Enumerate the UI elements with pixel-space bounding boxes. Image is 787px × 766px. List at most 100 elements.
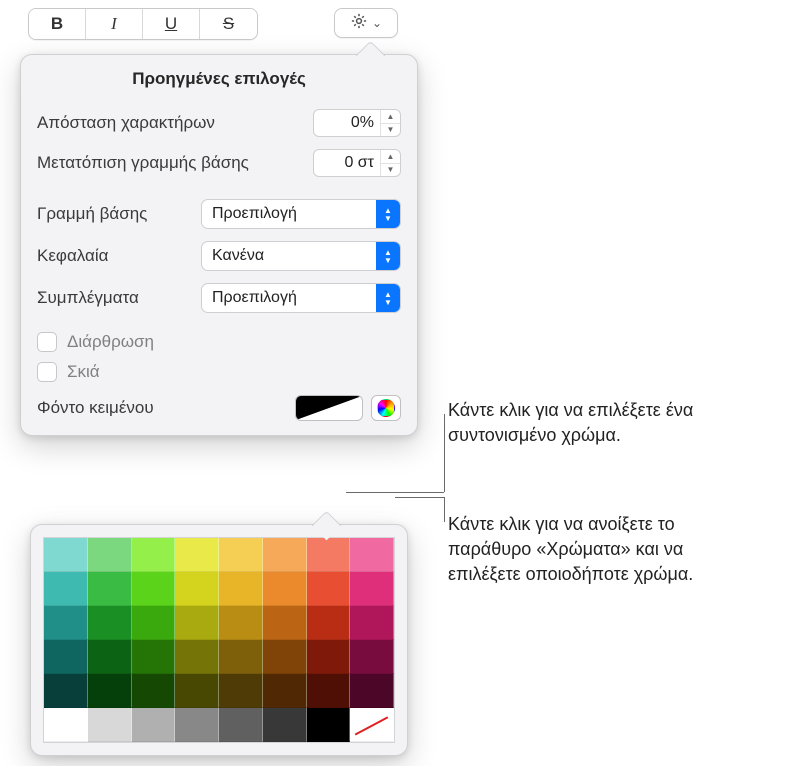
- shadow-checkbox[interactable]: [37, 362, 57, 382]
- color-swatch[interactable]: [350, 572, 394, 606]
- text-style-segment: B I U S: [28, 8, 258, 40]
- baseline-shift-value: 0 στ: [314, 154, 380, 172]
- color-swatch[interactable]: [263, 640, 307, 674]
- color-swatch[interactable]: [350, 538, 394, 572]
- char-spacing-value: 0%: [314, 114, 380, 132]
- color-swatch[interactable]: [44, 606, 88, 640]
- color-swatch[interactable]: [132, 708, 176, 742]
- char-spacing-row: Απόσταση χαρακτήρων 0% ▲ ▼: [21, 103, 417, 143]
- color-swatch[interactable]: [88, 640, 132, 674]
- color-swatch[interactable]: [263, 674, 307, 708]
- dropdown-arrows-icon: ▲▼: [376, 284, 400, 312]
- articulation-checkbox-row: Διάρθρωση: [21, 327, 417, 357]
- baseline-row: Γραμμή βάσης Προεπιλογή ▲▼: [21, 193, 417, 235]
- format-toolbar: B I U S ⌄: [28, 8, 398, 40]
- color-swatch[interactable]: [307, 572, 351, 606]
- color-swatch[interactable]: [132, 674, 176, 708]
- color-swatch[interactable]: [219, 674, 263, 708]
- color-swatch[interactable]: [132, 538, 176, 572]
- stepper-down-icon[interactable]: ▼: [381, 124, 400, 137]
- color-swatch[interactable]: [44, 538, 88, 572]
- callout-leader: [444, 414, 445, 492]
- color-swatch[interactable]: [175, 606, 219, 640]
- baseline-value: Προεπιλογή: [202, 205, 376, 223]
- ligatures-dropdown[interactable]: Προεπιλογή ▲▼: [201, 283, 401, 313]
- advanced-options-panel: Προηγμένες επιλογές Απόσταση χαρακτήρων …: [20, 54, 418, 436]
- baseline-dropdown[interactable]: Προεπιλογή ▲▼: [201, 199, 401, 229]
- color-picker-button[interactable]: [371, 395, 401, 421]
- color-swatch[interactable]: [307, 708, 351, 742]
- caps-dropdown[interactable]: Κανένα ▲▼: [201, 241, 401, 271]
- ligatures-row: Συμπλέγματα Προεπιλογή ▲▼: [21, 277, 417, 319]
- color-swatch[interactable]: [263, 538, 307, 572]
- swatch-grid: [43, 537, 395, 743]
- shadow-checkbox-row: Σκιά: [21, 357, 417, 387]
- color-swatch[interactable]: [88, 606, 132, 640]
- color-swatch[interactable]: [175, 572, 219, 606]
- color-swatch[interactable]: [307, 538, 351, 572]
- color-swatch[interactable]: [219, 538, 263, 572]
- color-swatch[interactable]: [88, 708, 132, 742]
- color-swatch[interactable]: [219, 708, 263, 742]
- shadow-label: Σκιά: [67, 362, 100, 382]
- articulation-checkbox[interactable]: [37, 332, 57, 352]
- color-swatch[interactable]: [263, 572, 307, 606]
- color-swatch[interactable]: [44, 572, 88, 606]
- dropdown-arrows-icon: ▲▼: [376, 200, 400, 228]
- color-wheel-icon: [377, 399, 395, 417]
- color-swatch[interactable]: [307, 606, 351, 640]
- color-swatch[interactable]: [88, 674, 132, 708]
- text-background-row: Φόντο κειμένου: [21, 387, 417, 435]
- color-swatches-popover: [30, 524, 408, 756]
- baseline-shift-label: Μετατόπιση γραμμής βάσης: [37, 153, 313, 173]
- callout-coordinated-color: Κάντε κλικ για να επιλέξετε ένα συντονισ…: [448, 398, 758, 448]
- color-swatch[interactable]: [175, 538, 219, 572]
- stepper-up-icon[interactable]: ▲: [381, 110, 400, 124]
- italic-button[interactable]: I: [86, 9, 143, 39]
- baseline-shift-field[interactable]: 0 στ ▲ ▼: [313, 149, 401, 177]
- char-spacing-label: Απόσταση χαρακτήρων: [37, 113, 313, 133]
- color-swatch[interactable]: [132, 606, 176, 640]
- callout-leader: [444, 497, 445, 522]
- callout-leader: [346, 492, 444, 493]
- gear-icon: [350, 12, 368, 35]
- strikethrough-button[interactable]: S: [200, 9, 257, 39]
- char-spacing-field[interactable]: 0% ▲ ▼: [313, 109, 401, 137]
- underline-button[interactable]: U: [143, 9, 200, 39]
- panel-title: Προηγμένες επιλογές: [21, 69, 417, 89]
- color-swatch[interactable]: [88, 572, 132, 606]
- color-swatch[interactable]: [44, 708, 88, 742]
- color-swatch[interactable]: [132, 572, 176, 606]
- color-swatch[interactable]: [175, 708, 219, 742]
- dropdown-arrows-icon: ▲▼: [376, 242, 400, 270]
- color-swatch[interactable]: [307, 674, 351, 708]
- color-swatch[interactable]: [307, 640, 351, 674]
- color-swatch[interactable]: [263, 606, 307, 640]
- baseline-shift-row: Μετατόπιση γραμμής βάσης 0 στ ▲ ▼: [21, 143, 417, 183]
- color-swatch[interactable]: [350, 640, 394, 674]
- advanced-options-gear[interactable]: ⌄: [334, 8, 398, 38]
- color-swatch[interactable]: [350, 606, 394, 640]
- text-background-color-well[interactable]: [295, 395, 363, 421]
- color-swatch[interactable]: [350, 674, 394, 708]
- color-swatch[interactable]: [350, 708, 394, 742]
- chevron-down-icon: ⌄: [372, 16, 382, 30]
- color-swatch[interactable]: [175, 640, 219, 674]
- baseline-shift-stepper[interactable]: ▲ ▼: [380, 150, 400, 176]
- color-swatch[interactable]: [263, 708, 307, 742]
- color-swatch[interactable]: [44, 674, 88, 708]
- char-spacing-stepper[interactable]: ▲ ▼: [380, 110, 400, 136]
- color-swatch[interactable]: [219, 606, 263, 640]
- color-swatch[interactable]: [132, 640, 176, 674]
- stepper-up-icon[interactable]: ▲: [381, 150, 400, 164]
- baseline-label: Γραμμή βάσης: [37, 204, 201, 224]
- color-swatch[interactable]: [88, 538, 132, 572]
- color-swatch[interactable]: [44, 640, 88, 674]
- stepper-down-icon[interactable]: ▼: [381, 164, 400, 177]
- color-swatch[interactable]: [219, 572, 263, 606]
- ligatures-label: Συμπλέγματα: [37, 288, 201, 308]
- color-swatch[interactable]: [175, 674, 219, 708]
- bold-button[interactable]: B: [29, 9, 86, 39]
- caps-label: Κεφαλαία: [37, 246, 201, 266]
- color-swatch[interactable]: [219, 640, 263, 674]
